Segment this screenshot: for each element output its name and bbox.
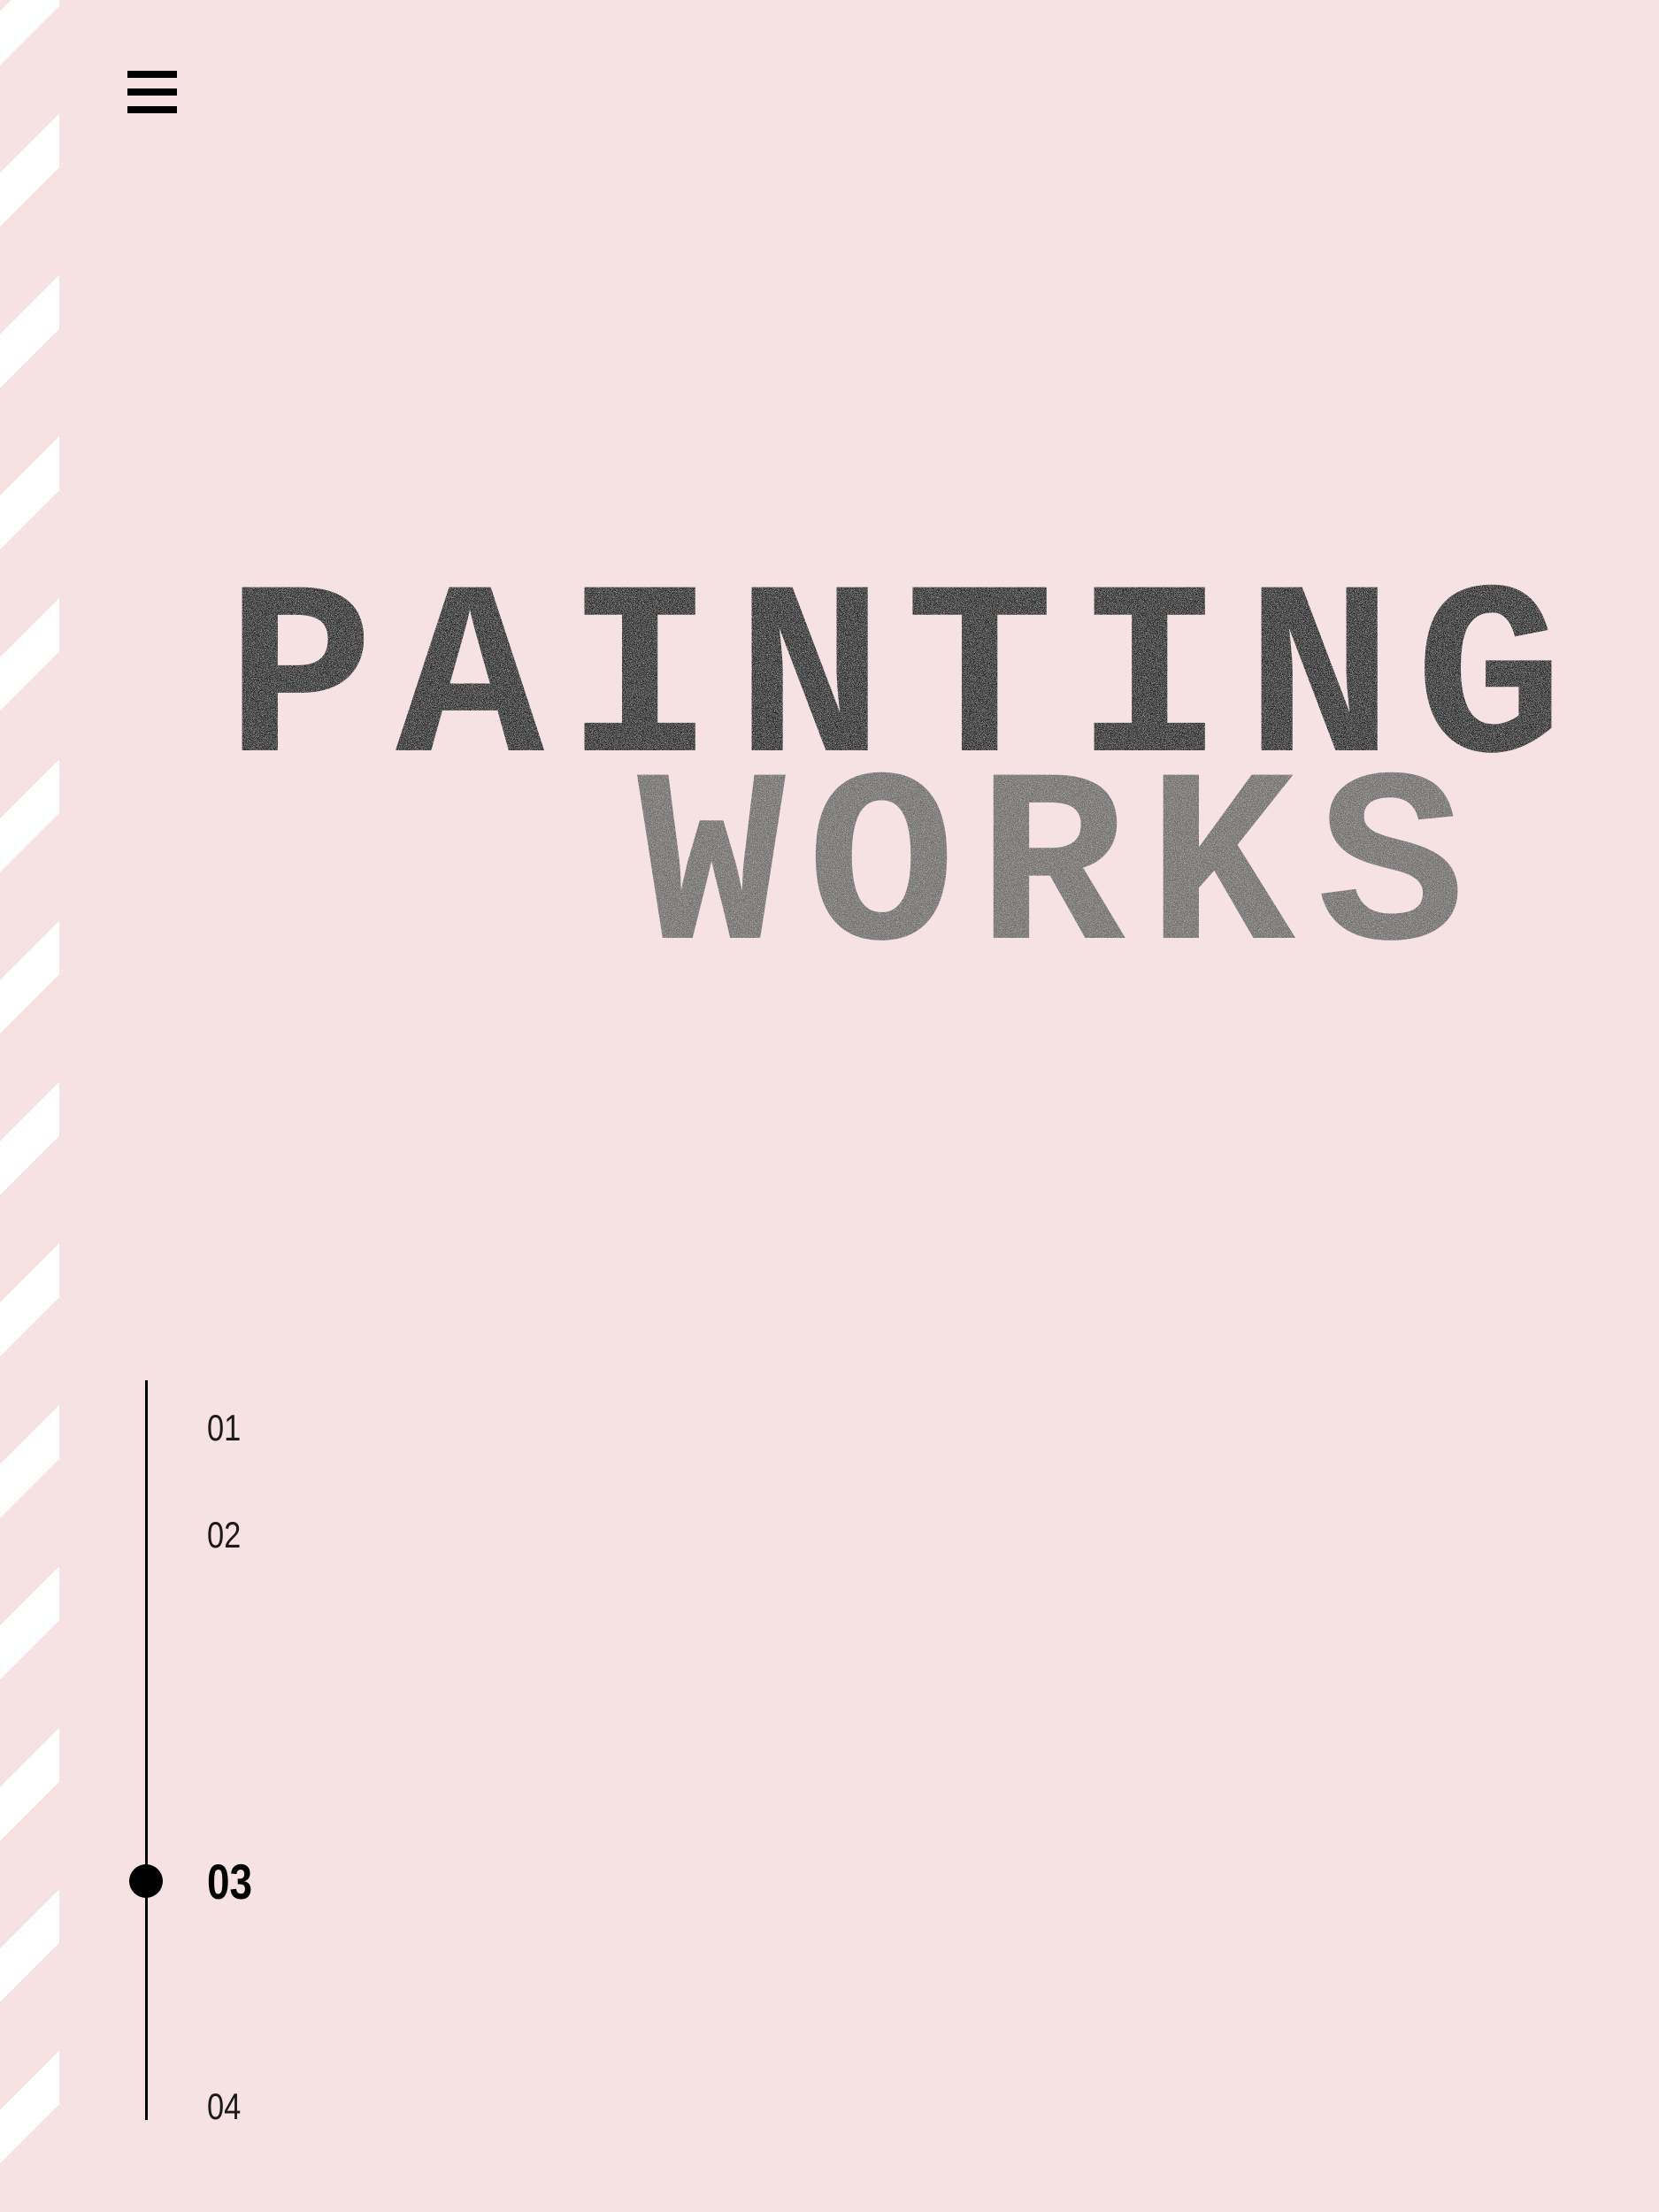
timeline-line [145, 1380, 148, 2120]
hero-title-line-2: WORKS [637, 733, 1486, 973]
timeline-step-02[interactable]: 02 [207, 1514, 241, 1556]
timeline-step-01[interactable]: 01 [207, 1407, 241, 1449]
timeline-step-04[interactable]: 04 [207, 2085, 241, 2128]
timeline-step-03-active[interactable]: 03 [207, 1853, 252, 1910]
section-timeline: 01 02 03 04 [0, 0, 531, 2212]
timeline-active-marker [129, 1864, 163, 1898]
